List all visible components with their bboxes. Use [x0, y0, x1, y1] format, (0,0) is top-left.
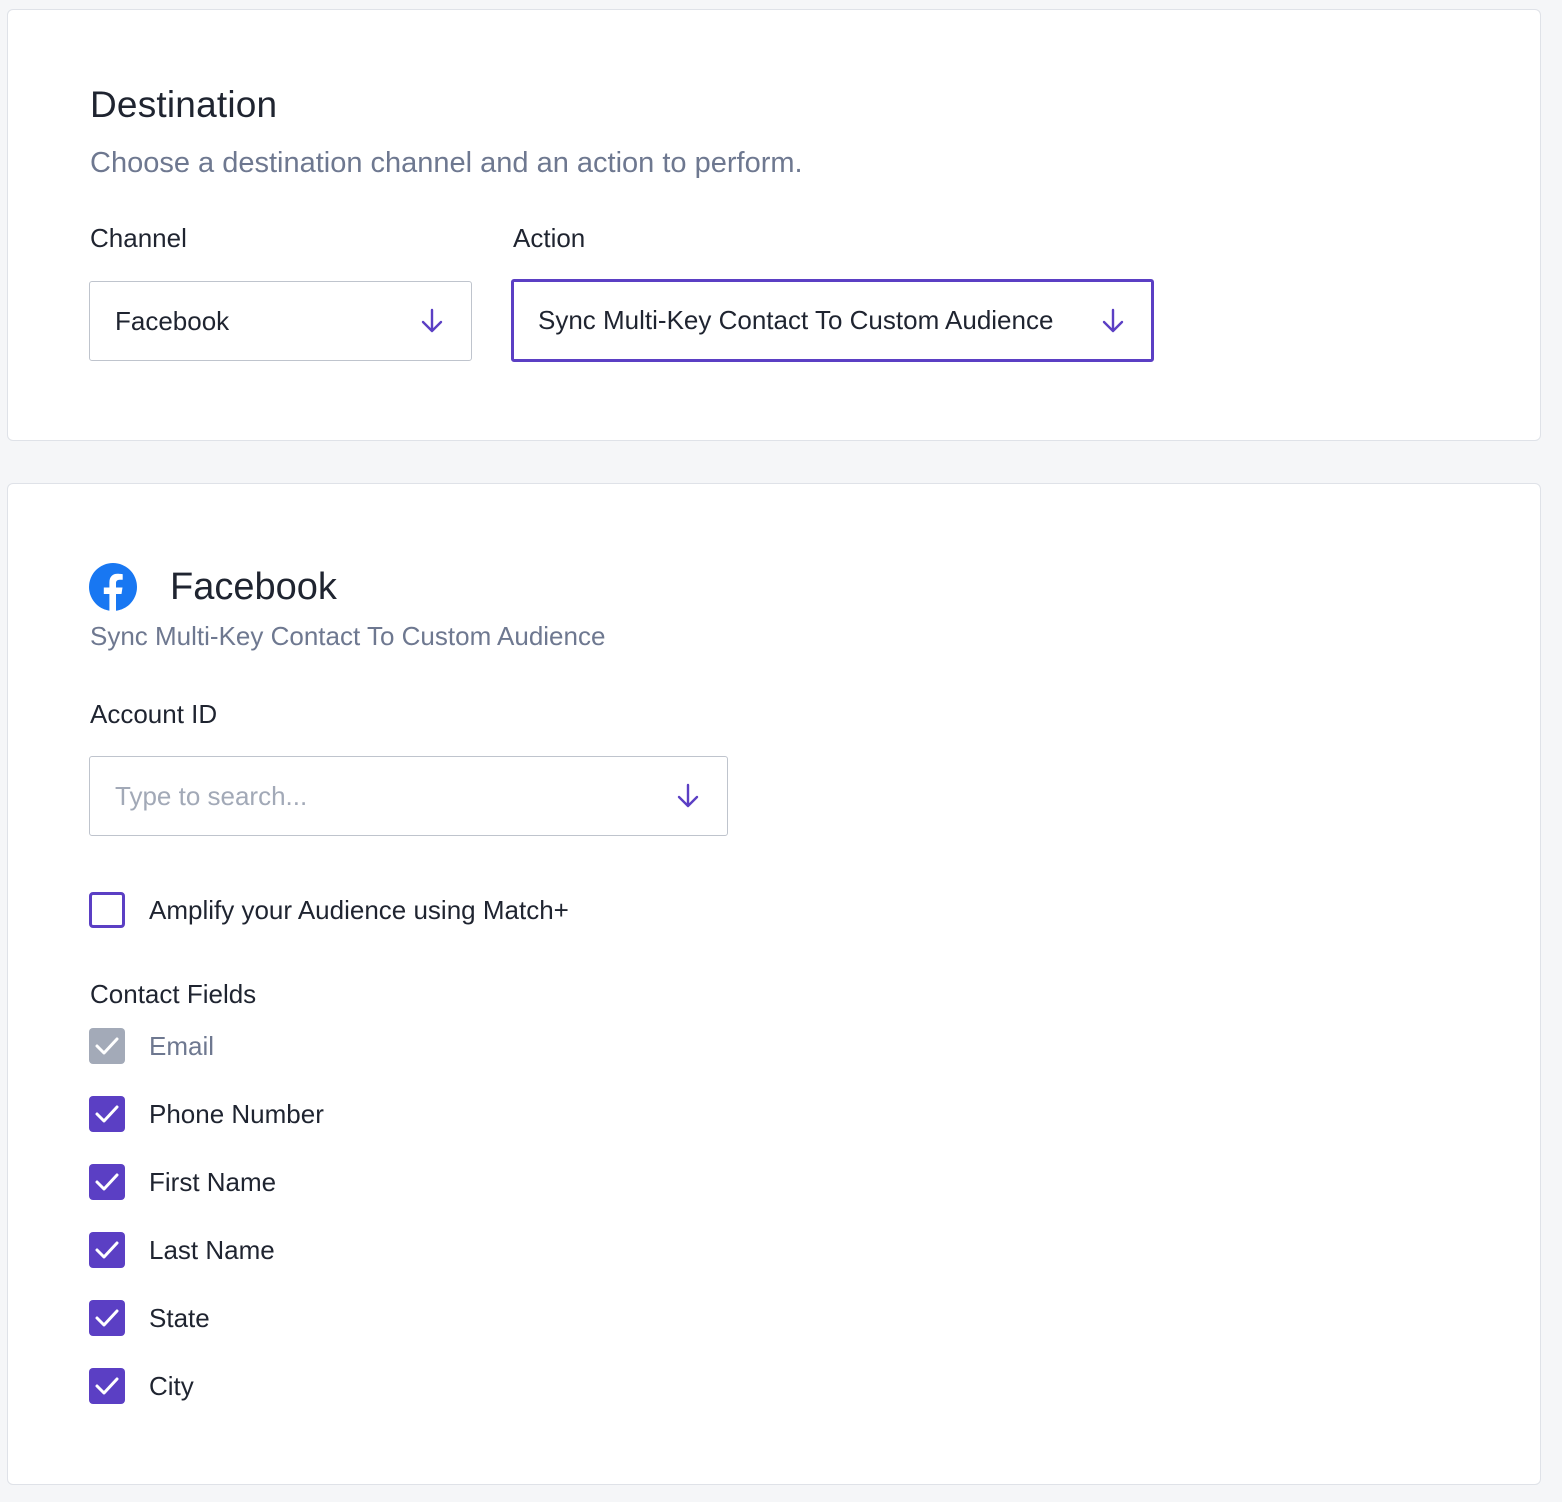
account-id-label: Account ID — [90, 699, 218, 729]
match-plus-checkbox[interactable] — [89, 892, 125, 928]
action-select[interactable]: Sync Multi-Key Contact To Custom Audienc… — [511, 279, 1154, 362]
action-label: Action — [513, 223, 586, 253]
check-icon — [95, 1241, 119, 1259]
destination-card: Destination Choose a destination channel… — [7, 9, 1541, 441]
brand-name: Facebook — [170, 565, 337, 608]
action-subtitle: Sync Multi-Key Contact To Custom Audienc… — [90, 621, 606, 651]
contact-fields-label: Contact Fields — [90, 979, 257, 1009]
city-checkbox[interactable] — [89, 1368, 125, 1404]
contact-field-last-name[interactable]: Last Name — [89, 1232, 275, 1268]
destination-subtitle: Choose a destination channel and an acti… — [90, 147, 803, 179]
contact-field-phone[interactable]: Phone Number — [89, 1096, 324, 1132]
brand-header: Facebook — [89, 563, 337, 611]
check-icon — [95, 1105, 119, 1123]
arrow-down-icon — [1098, 306, 1128, 336]
state-checkbox[interactable] — [89, 1300, 125, 1336]
destination-title: Destination — [90, 84, 278, 125]
contact-field-label: First Name — [149, 1166, 277, 1197]
contact-field-state[interactable]: State — [89, 1300, 210, 1336]
check-icon — [95, 1173, 119, 1191]
action-select-value: Sync Multi-Key Contact To Custom Audienc… — [538, 305, 1054, 335]
check-icon — [95, 1309, 119, 1327]
contact-field-first-name[interactable]: First Name — [89, 1164, 276, 1200]
first-name-checkbox[interactable] — [89, 1164, 125, 1200]
contact-field-label: Phone Number — [149, 1098, 324, 1129]
contact-field-email: Email — [89, 1028, 214, 1064]
contact-field-label: Last Name — [149, 1234, 275, 1265]
facebook-config-card: Facebook Sync Multi-Key Contact To Custo… — [7, 483, 1541, 1485]
match-plus-checkbox-row[interactable]: Amplify your Audience using Match+ — [89, 892, 569, 928]
account-id-select[interactable]: Type to search... — [89, 756, 728, 836]
channel-select-value: Facebook — [115, 305, 230, 336]
email-checkbox — [89, 1028, 125, 1064]
channel-label: Channel — [90, 223, 187, 253]
check-icon — [95, 1037, 119, 1055]
phone-number-checkbox[interactable] — [89, 1096, 125, 1132]
channel-select[interactable]: Facebook — [89, 281, 472, 361]
check-icon — [95, 1377, 119, 1395]
contact-field-label: City — [149, 1370, 194, 1401]
contact-field-city[interactable]: City — [89, 1368, 194, 1404]
contact-field-label: Email — [149, 1030, 215, 1061]
account-id-search-input[interactable]: Type to search... — [115, 781, 673, 812]
facebook-logo-icon — [89, 563, 137, 611]
arrow-down-icon — [417, 306, 447, 336]
match-plus-label: Amplify your Audience using Match+ — [149, 894, 569, 925]
contact-field-label: State — [149, 1302, 210, 1333]
arrow-down-icon — [673, 781, 703, 811]
last-name-checkbox[interactable] — [89, 1232, 125, 1268]
